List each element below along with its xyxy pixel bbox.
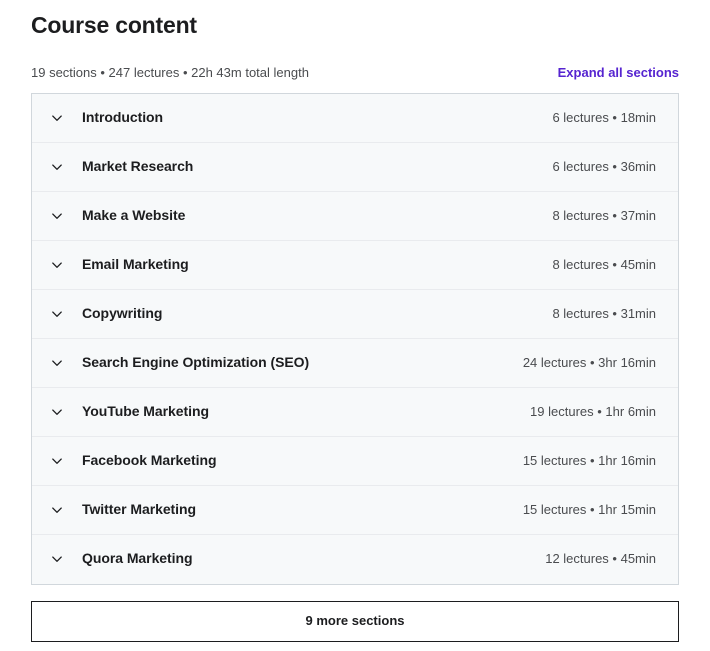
sections-list: Introduction 6 lectures • 18min Market Res…: [31, 92, 679, 585]
section-meta: 24 lectures • 3hr 16min: [522, 354, 656, 370]
section-title: Facebook Marketing: [82, 451, 217, 468]
chevron-down-icon: [49, 453, 65, 469]
chevron-down-icon: [49, 355, 65, 371]
section-row[interactable]: Quora Marketing 12 lectures • 45min: [32, 534, 678, 584]
expand-all-sections-button[interactable]: Expand all sections: [558, 65, 679, 80]
section-meta: 19 lectures • 1hr 6min: [530, 403, 656, 419]
section-title: Market Research: [82, 157, 194, 174]
course-meta-row: 19 sections • 247 lectures • 22h 43m tot…: [31, 64, 679, 82]
section-title: Search Engine Optimization (SEO): [82, 353, 310, 370]
section-row[interactable]: Market Research 6 lectures • 36min: [32, 142, 678, 192]
section-title: YouTube Marketing: [82, 402, 209, 419]
section-title: Quora Marketing: [82, 550, 193, 567]
section-meta: 8 lectures • 31min: [552, 305, 656, 321]
course-summary-text: 19 sections • 247 lectures • 22h 43m tot…: [31, 64, 309, 80]
section-title: Copywriting: [82, 304, 163, 321]
section-title: Twitter Marketing: [82, 500, 197, 517]
section-row[interactable]: Copywriting 8 lectures • 31min: [32, 289, 678, 339]
chevron-down-icon: [49, 110, 65, 126]
page-title: Course content: [31, 12, 197, 38]
section-title: Email Marketing: [82, 255, 189, 272]
chevron-down-icon: [49, 551, 65, 567]
chevron-down-icon: [49, 208, 65, 224]
section-row[interactable]: Make a Website 8 lectures • 37min: [32, 191, 678, 241]
more-sections-button[interactable]: 9 more sections: [31, 600, 679, 642]
section-meta: 15 lectures • 1hr 16min: [522, 452, 656, 468]
section-row[interactable]: Introduction 6 lectures • 18min: [32, 93, 678, 143]
section-meta: 12 lectures • 45min: [545, 551, 656, 567]
section-meta: 15 lectures • 1hr 15min: [522, 501, 656, 517]
section-title: Make a Website: [82, 206, 186, 223]
course-content-page: Course content 19 sections • 247 lecture…: [0, 0, 710, 651]
section-row[interactable]: Email Marketing 8 lectures • 45min: [32, 240, 678, 290]
section-meta: 8 lectures • 37min: [552, 207, 656, 223]
section-title: Introduction: [82, 108, 164, 125]
section-row[interactable]: Twitter Marketing 15 lectures • 1hr 15min: [32, 485, 678, 535]
section-row[interactable]: Facebook Marketing 15 lectures • 1hr 16mi…: [32, 436, 678, 486]
section-meta: 8 lectures • 45min: [552, 256, 656, 272]
section-meta: 6 lectures • 18min: [552, 109, 656, 125]
chevron-down-icon: [49, 502, 65, 518]
section-meta: 6 lectures • 36min: [552, 158, 656, 174]
chevron-down-icon: [49, 159, 65, 175]
section-row[interactable]: Search Engine Optimization (SEO) 24 lectu…: [32, 338, 678, 388]
section-row[interactable]: YouTube Marketing 19 lectures • 1hr 6min: [32, 387, 678, 437]
chevron-down-icon: [49, 404, 65, 420]
chevron-down-icon: [49, 257, 65, 273]
chevron-down-icon: [49, 306, 65, 322]
